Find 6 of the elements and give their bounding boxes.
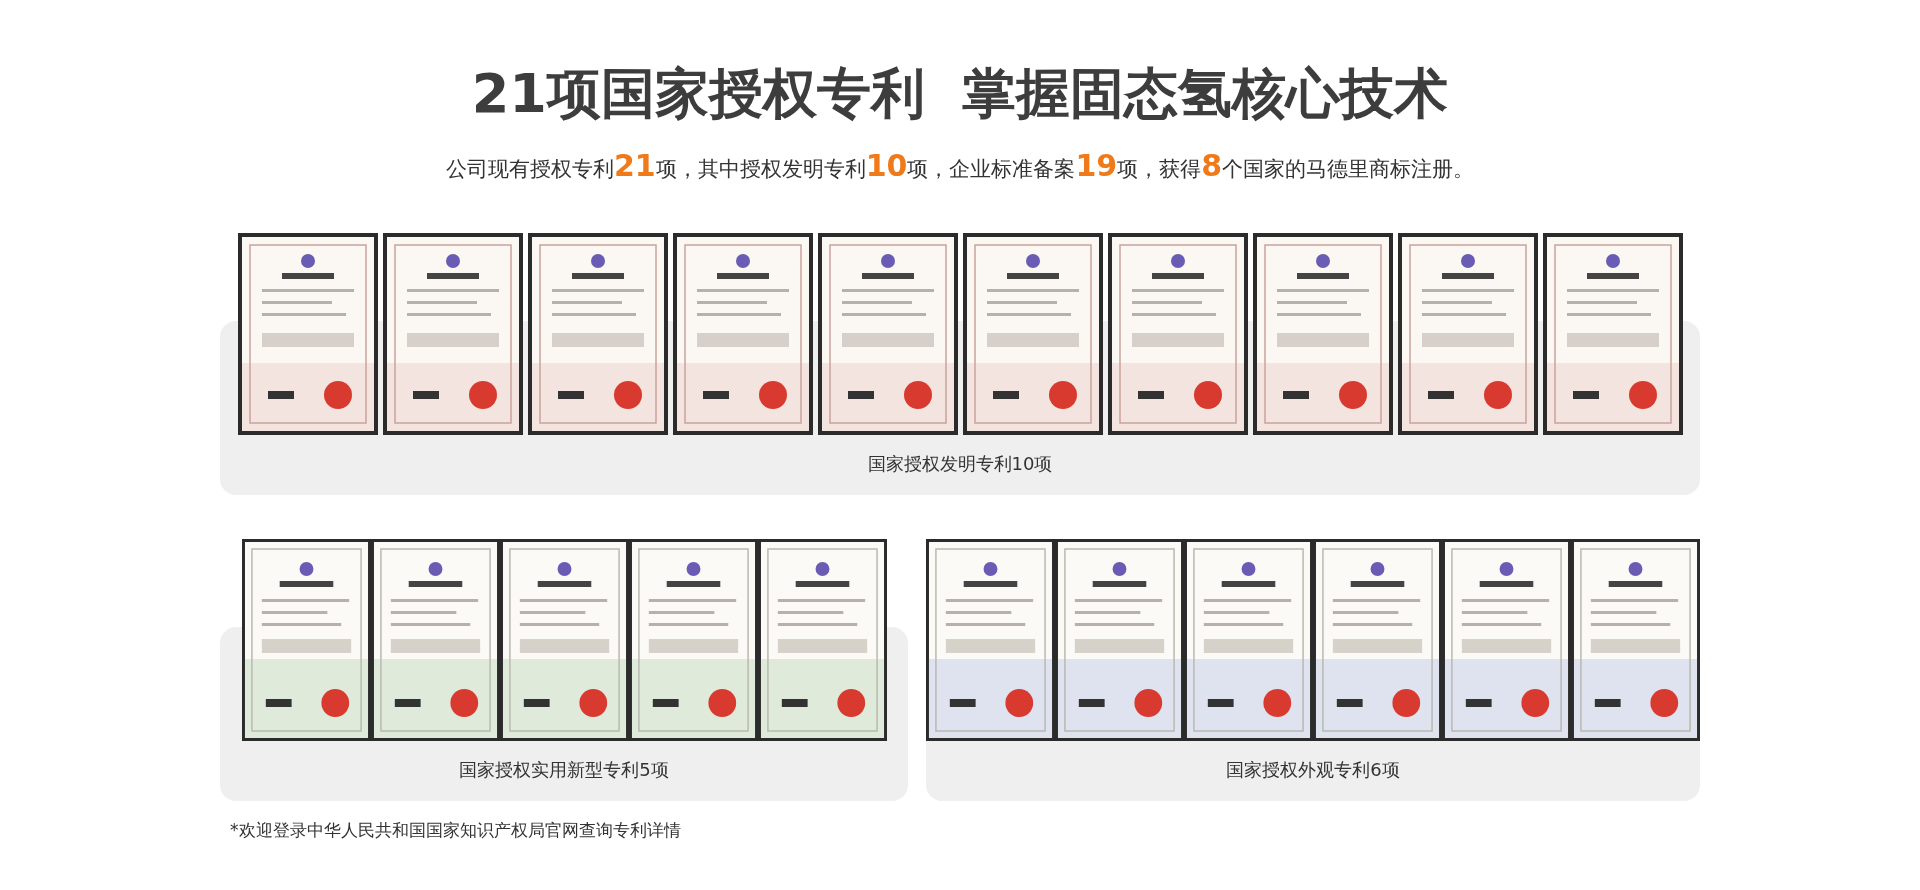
group-caption: 国家授权外观专利6项 [1226,758,1400,782]
footnote: *欢迎登录中华人民共和国国家知识产权局官网查询专利详情 [230,819,682,842]
page-subtitle: 公司现有授权专利21项，其中授权发明专利10项，企业标准备案19项，获得8个国家的马德里商标注册。 [445,148,1475,185]
group-caption: 国家授权发明专利10项 [867,452,1053,476]
page-title: 21项国家授权专利 掌握固态氢核心技术 [471,61,1449,127]
group-caption: 国家授权实用新型专利5项 [459,758,669,782]
